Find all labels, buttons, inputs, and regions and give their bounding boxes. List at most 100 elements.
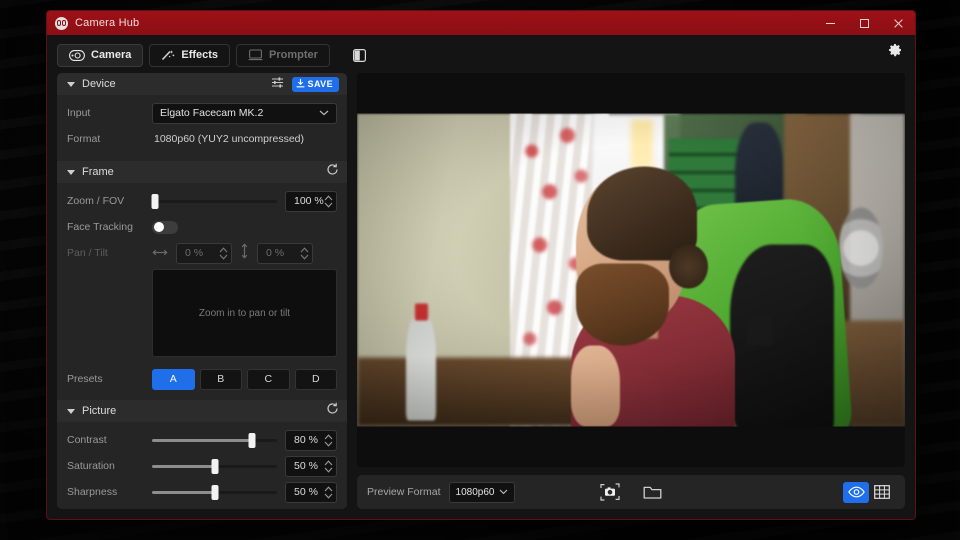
preset-c-label: C <box>264 373 273 385</box>
row-format: Format 1080p60 (YUY2 uncompressed) <box>57 127 347 151</box>
camera-hub-logo-icon <box>55 16 68 30</box>
format-label: Format <box>67 133 101 145</box>
presets-label: Presets <box>67 373 103 385</box>
picture-header-actions <box>326 400 339 422</box>
magic-wand-icon <box>161 49 175 61</box>
section-header-picture[interactable]: Picture <box>57 400 347 422</box>
row-presets: Presets A B C D <box>57 366 347 392</box>
row-contrast: Contrast 80 % <box>57 428 347 452</box>
saturation-slider[interactable] <box>152 456 277 476</box>
section-body-picture: Contrast 80 % Saturation 50 % Sharpness … <box>57 422 347 509</box>
tilt-stepper[interactable]: 0 % <box>257 242 313 264</box>
pan-stepper[interactable]: 0 % <box>176 242 232 264</box>
controls-panel: Device SAVE Input Elgato Facecam MK.2 Fo… <box>57 73 347 509</box>
sliders-icon[interactable] <box>271 75 284 93</box>
gear-icon[interactable] <box>886 41 904 59</box>
grid-icon[interactable] <box>869 482 895 503</box>
preset-button-a[interactable]: A <box>152 368 195 390</box>
sidebar-toggle-icon[interactable] <box>352 47 368 63</box>
sharpness-stepper[interactable]: 50 % <box>285 481 337 503</box>
preset-button-d[interactable]: D <box>294 368 337 390</box>
tab-camera[interactable]: Camera <box>57 43 144 67</box>
zoom-fov-stepper[interactable]: 100 % <box>285 190 337 212</box>
saturation-stepper[interactable]: 50 % <box>285 455 337 477</box>
stepper-arrows-icon <box>323 458 333 475</box>
face-tracking-label: Face Tracking <box>67 221 133 233</box>
prompter-screen-icon <box>248 49 263 61</box>
save-button-label: SAVE <box>307 79 333 89</box>
row-pan-tilt-pad: Zoom in to pan or tilt <box>57 267 347 357</box>
tilt-value: 0 % <box>266 247 285 259</box>
video-vignette <box>357 113 905 427</box>
window-title-bar: Camera Hub <box>47 11 915 35</box>
camera-video-feed <box>357 113 905 427</box>
reset-icon[interactable] <box>326 163 339 181</box>
preset-a-label: A <box>169 373 177 385</box>
preview-format-label: Preview Format <box>367 486 441 498</box>
row-face-tracking: Face Tracking <box>57 215 347 239</box>
section-header-device[interactable]: Device SAVE <box>57 73 347 95</box>
slider-fill <box>152 438 252 442</box>
slider-thumb[interactable] <box>211 484 218 500</box>
sharpness-label: Sharpness <box>67 486 118 498</box>
tab-prompter-label: Prompter <box>269 49 318 61</box>
slider-thumb[interactable] <box>211 458 218 474</box>
format-value: 1080p60 (YUY2 uncompressed) <box>154 133 305 145</box>
saturation-label: Saturation <box>67 460 115 472</box>
maximize-button[interactable] <box>847 11 881 35</box>
slider-thumb[interactable] <box>151 193 159 209</box>
tab-camera-label: Camera <box>91 49 132 61</box>
pan-value: 0 % <box>185 247 204 259</box>
save-button[interactable]: SAVE <box>291 76 339 92</box>
minimize-button[interactable] <box>813 11 847 35</box>
section-title-picture: Picture <box>82 405 117 417</box>
row-zoom-fov: Zoom / FOV 100 % <box>57 189 347 213</box>
tab-prompter[interactable]: Prompter <box>236 43 330 67</box>
preset-button-b[interactable]: B <box>199 368 242 390</box>
tab-effects[interactable]: Effects <box>149 43 231 67</box>
section-header-frame[interactable]: Frame <box>57 161 347 183</box>
camera-capture-icon[interactable] <box>600 482 620 502</box>
input-select-value: Elgato Facecam MK.2 <box>160 107 264 119</box>
section-title-device: Device <box>82 78 116 90</box>
contrast-label: Contrast <box>67 434 107 446</box>
contrast-stepper[interactable]: 80 % <box>285 429 337 451</box>
stepper-arrows-icon <box>323 193 333 210</box>
eye-icon[interactable] <box>843 481 869 503</box>
section-body-frame: Zoom / FOV 100 % Face Tracking Pan / Til… <box>57 183 347 400</box>
collapse-caret-icon <box>67 81 75 87</box>
contrast-slider[interactable] <box>152 430 277 450</box>
chevron-down-icon <box>499 487 508 498</box>
preset-button-c[interactable]: C <box>247 368 290 390</box>
camera-icon <box>69 49 85 61</box>
download-icon <box>295 78 305 90</box>
folder-icon[interactable] <box>642 482 662 502</box>
pad-spacer <box>67 269 152 357</box>
maximize-icon <box>859 18 869 28</box>
preview-column: Preview Format 1080p60 <box>357 73 905 509</box>
sharpness-value: 50 % <box>294 486 318 498</box>
window-controls <box>813 11 915 35</box>
preview-format-select[interactable]: 1080p60 <box>448 481 515 503</box>
slider-track <box>152 199 277 203</box>
reset-icon[interactable] <box>326 402 339 420</box>
preset-buttons: A B C D <box>152 368 337 390</box>
slider-thumb[interactable] <box>248 432 256 448</box>
chevron-down-icon <box>319 107 329 119</box>
close-icon <box>893 18 904 29</box>
sharpness-slider[interactable] <box>152 482 277 502</box>
tab-effects-label: Effects <box>181 49 219 61</box>
pan-tilt-pad[interactable]: Zoom in to pan or tilt <box>152 269 337 357</box>
collapse-caret-icon <box>67 408 75 414</box>
zoom-fov-label: Zoom / FOV <box>67 195 125 207</box>
input-select[interactable]: Elgato Facecam MK.2 <box>152 102 337 124</box>
preset-d-label: D <box>311 373 320 385</box>
face-tracking-toggle[interactable] <box>152 220 178 234</box>
close-button[interactable] <box>881 11 915 35</box>
top-toolbar: Camera Effects Prompter <box>47 35 915 73</box>
video-preview-area <box>357 73 905 467</box>
input-label: Input <box>67 107 91 119</box>
zoom-fov-slider[interactable] <box>151 191 277 211</box>
horizontal-arrows-icon <box>152 244 168 262</box>
vertical-arrows-icon <box>240 242 249 264</box>
